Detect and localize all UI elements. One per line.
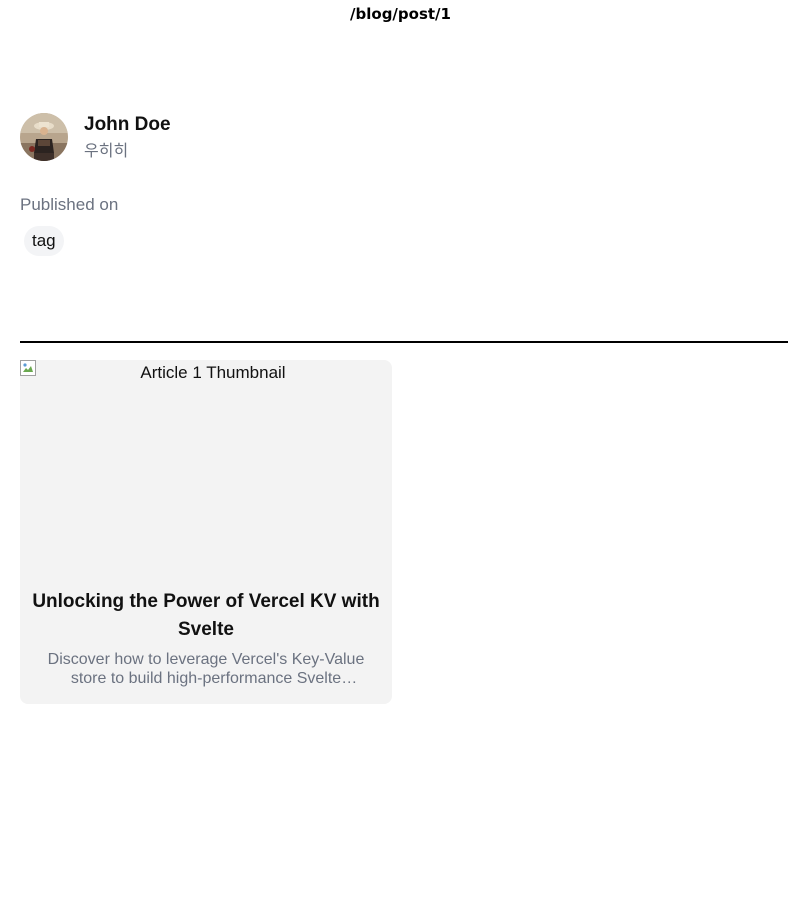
article-title[interactable]: Unlocking the Power of Vercel KV with Sv… (32, 588, 380, 644)
published-date: Published on (20, 195, 119, 214)
article-thumbnail: Article 1 Thumbnail (20, 360, 392, 574)
author-block: John Doe 우히히 (20, 113, 171, 162)
article-description: Discover how to leverage Vercel's Key-Va… (47, 651, 365, 687)
section-divider (20, 341, 788, 343)
tag-chip[interactable]: tag (24, 226, 64, 256)
thumbnail-alt-text: Article 1 Thumbnail (140, 363, 286, 382)
article-card[interactable]: Article 1 Thumbnail Unlocking the Power … (20, 360, 392, 704)
page-path: /blog/post/1 (350, 5, 451, 23)
author-bio: 우히히 (84, 143, 129, 160)
author-avatar (20, 113, 68, 161)
author-name: John Doe (84, 114, 171, 135)
